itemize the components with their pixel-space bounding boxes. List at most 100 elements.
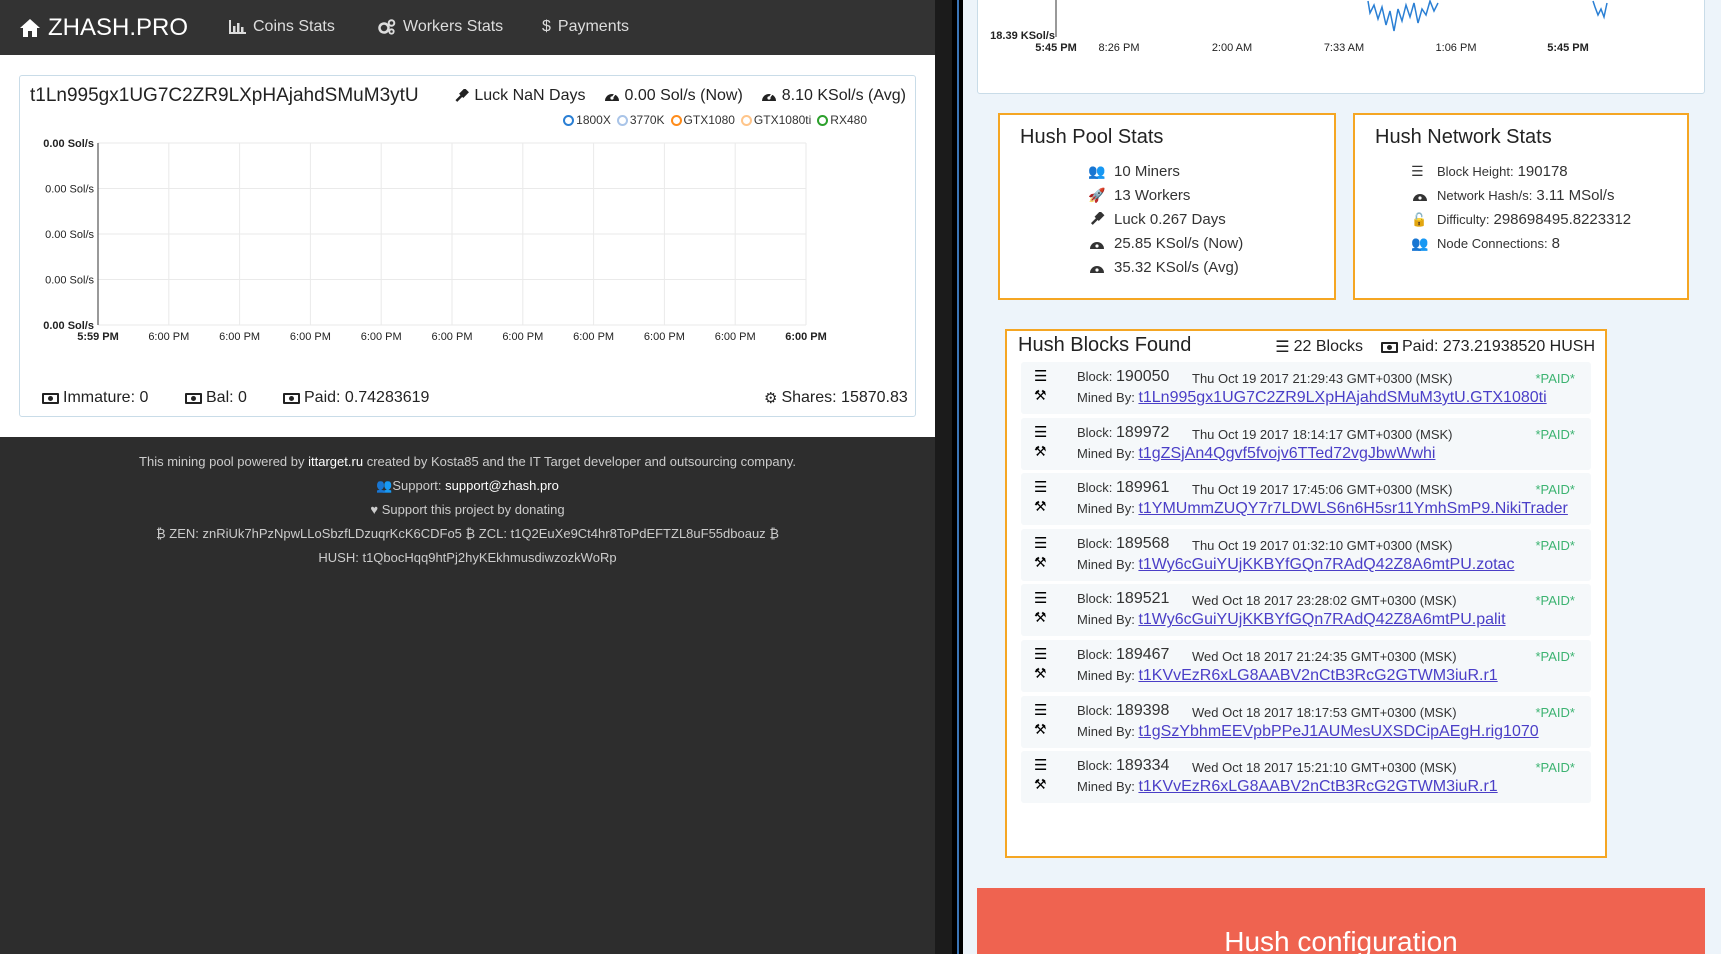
legend-item[interactable]: GTX1080 bbox=[670, 113, 735, 127]
net-connections: 👥 Node Connections: 8 bbox=[1411, 235, 1560, 252]
worker-address: t1Ln995gx1UG7C2ZR9LXpHAjahdSMuM3ytU bbox=[30, 85, 419, 106]
pool-hashrate-series bbox=[1592, 0, 1608, 20]
list-icon: ☰ bbox=[1034, 368, 1048, 385]
paid-stat: Paid: 0.74283619 bbox=[283, 389, 429, 407]
net-hash-value: 3.11 MSol/s bbox=[1536, 187, 1615, 204]
nav-workers-stats[interactable]: Workers Stats bbox=[378, 18, 503, 36]
home-icon bbox=[20, 19, 40, 37]
block-date: Wed Oct 18 2017 18:17:53 GMT+0300 (MSK) bbox=[1192, 704, 1457, 720]
bitcoin-icon: ₿ bbox=[769, 526, 779, 541]
footer-support-email[interactable]: support@zhash.pro bbox=[445, 478, 559, 493]
nav-coins-stats[interactable]: Coins Stats bbox=[229, 18, 335, 36]
miner-link[interactable]: t1YMUmmZUQY7r7LDWLS6n6H5sr11YmhSmP9.Niki… bbox=[1138, 500, 1567, 517]
block-status: *PAID* bbox=[1535, 426, 1576, 442]
config-banner-title: Hush configuration bbox=[1224, 926, 1458, 954]
unlock-icon: 🔓 bbox=[1411, 211, 1428, 227]
immature-stat: Immature: 0 bbox=[42, 389, 148, 407]
block-label: Block: bbox=[1077, 591, 1113, 607]
block-label: Block: bbox=[1077, 702, 1113, 718]
block-number: Block: 190050 bbox=[1077, 368, 1169, 386]
block-number-value: 189972 bbox=[1116, 423, 1170, 441]
users-icon: 👥 bbox=[1088, 163, 1106, 179]
legend-item[interactable]: GTX1080ti bbox=[740, 113, 811, 127]
top-chart-x-tick: 5:45 PM bbox=[1547, 42, 1589, 54]
miner-link[interactable]: t1gZSjAn4Qgvf5fvojv6TTed72vgJbwWwhi bbox=[1138, 445, 1435, 462]
top-navbar: ZHASH.PRO Coins Stats Workers Stats $ Pa… bbox=[0, 0, 935, 55]
legend-item[interactable]: 3770K bbox=[616, 113, 665, 127]
net-diff-value: 298698495.8223312 bbox=[1493, 211, 1632, 228]
block-number-value: 189467 bbox=[1116, 646, 1170, 663]
top-chart-x-tick: 8:26 PM bbox=[1099, 42, 1140, 54]
block-label: Block: bbox=[1077, 535, 1113, 551]
x-tick-label: 6:00 PM bbox=[219, 331, 260, 343]
balance-stat: Bal: 0 bbox=[185, 389, 247, 407]
pool-miners: 👥 10 Miners bbox=[1088, 163, 1180, 180]
block-status: *PAID* bbox=[1535, 371, 1576, 386]
legend-item[interactable]: RX480 bbox=[817, 113, 867, 127]
paid-label: Paid: 0.74283619 bbox=[304, 389, 430, 406]
shares-stat: ⚙ Shares: 15870.83 bbox=[764, 389, 908, 407]
blocks-paid-label: Paid: 273.21938520 HUSH bbox=[1401, 338, 1595, 355]
legend-marker-icon bbox=[616, 114, 628, 126]
net-conn-label: Node Connections: bbox=[1437, 236, 1548, 251]
blocks-count-label: 22 Blocks bbox=[1293, 338, 1363, 355]
footer-zcl-address: ZCL: t1Q2EuXe9Ct4hr8ToPdEFTZL8uF55dboauz bbox=[478, 526, 766, 541]
miner-link[interactable]: t1Wy6cGuiYUjKKBYfGQn7RAdQ42Z8A6mtPU.pali… bbox=[1138, 611, 1505, 628]
network-stats-title: Hush Network Stats bbox=[1375, 126, 1552, 148]
heart-icon: ♥ bbox=[370, 502, 379, 517]
x-tick-label: 5:59 PM bbox=[77, 331, 119, 343]
legend-label: RX480 bbox=[830, 113, 867, 127]
list-icon: ☰ bbox=[1034, 423, 1048, 441]
legend-marker-icon bbox=[563, 114, 575, 126]
block-number-value: 189334 bbox=[1116, 757, 1170, 775]
legend-marker-icon bbox=[670, 114, 682, 126]
nav-coins-stats-label: Coins Stats bbox=[253, 18, 335, 35]
right-browser-window: 18.39 KSol/s 5:45 PM 8:26 PM 2:00 AM 7:33 AM… bbox=[963, 0, 1721, 954]
mined-by-label: Mined By: bbox=[1077, 445, 1135, 461]
footer-donate-text: Support this project by donating bbox=[381, 502, 565, 517]
users-icon: 👥 bbox=[376, 478, 393, 493]
nav-payments[interactable]: $ Payments bbox=[542, 18, 629, 36]
legend-item[interactable]: 1800X bbox=[563, 113, 611, 127]
net-block-height: ☰ Block Height: 190178 bbox=[1411, 163, 1568, 180]
block-status: *PAID* bbox=[1535, 649, 1576, 664]
block-date: Thu Oct 19 2017 17:45:06 GMT+0300 (MSK) bbox=[1192, 482, 1453, 498]
block-miner: Mined By: t1YMUmmZUQY7r7LDWLS6n6H5sr11Ym… bbox=[1077, 500, 1568, 518]
y-tick-label: 0.00 Sol/s bbox=[43, 138, 94, 150]
top-chart-x-tick: 2:00 AM bbox=[1212, 42, 1252, 54]
pool-stats-title: Hush Pool Stats bbox=[1020, 126, 1164, 148]
dashboard-icon bbox=[1090, 265, 1104, 273]
block-date: Wed Oct 18 2017 23:28:02 GMT+0300 (MSK) bbox=[1192, 593, 1457, 609]
top-chart-y-label: 18.39 KSol/s bbox=[990, 30, 1055, 42]
immature-label: Immature: 0 bbox=[63, 389, 149, 406]
miner-link[interactable]: t1KVvEzR6xLG8AABV2nCtB3RcG2GTWM3iuR.r1 bbox=[1138, 667, 1497, 684]
x-tick-label: 6:00 PM bbox=[432, 331, 473, 343]
brand-link[interactable]: ZHASH.PRO bbox=[19, 14, 188, 42]
footer-site-link[interactable]: ittarget.ru bbox=[308, 454, 363, 469]
miner-link[interactable]: t1Ln995gx1UG7C2ZR9LXpHAjahdSMuM3ytU.GTX1… bbox=[1138, 389, 1546, 406]
worker-header-stats: Luck NaN Days 0.00 Sol/s (Now) 8.10 KSol… bbox=[454, 87, 906, 105]
block-row: ☰ ⚒ Block: 190050 Thu Oct 19 2017 21:29:43 … bbox=[1021, 362, 1591, 414]
dashboard-icon bbox=[761, 93, 776, 101]
bitcoin-icon: ₿ bbox=[465, 526, 476, 541]
x-tick-label: 6:00 PM bbox=[644, 331, 685, 343]
pool-hash-avg-label: 35.32 KSol/s (Avg) bbox=[1114, 259, 1239, 276]
mined-by-label: Mined By: bbox=[1077, 501, 1135, 517]
block-row: ☰ ⚒ Block: 189521 Wed Oct 18 2017 23:28:02 … bbox=[1021, 584, 1591, 637]
miner-link[interactable]: t1gSzYbhmEEVpbPPeJ1AUMesUXSDCipAEgH.rig1… bbox=[1138, 723, 1538, 740]
pool-luck-label: Luck 0.267 Days bbox=[1114, 211, 1226, 228]
miner-link[interactable]: t1KVvEzR6xLG8AABV2nCtB3RcG2GTWM3iuR.r1 bbox=[1138, 778, 1497, 795]
block-date: Wed Oct 18 2017 15:21:10 GMT+0300 (MSK) bbox=[1192, 760, 1457, 776]
miner-link[interactable]: t1Wy6cGuiYUjKKBYfGQn7RAdQ42Z8A6mtPU.zota… bbox=[1138, 556, 1514, 573]
worker-content: t1Ln995gx1UG7C2ZR9LXpHAjahdSMuM3ytU Luck… bbox=[0, 55, 935, 437]
footer-support-label: Support: bbox=[392, 478, 442, 493]
top-chart-x-tick: 5:45 PM bbox=[1035, 42, 1077, 54]
block-number-value: 189568 bbox=[1116, 534, 1170, 552]
block-miner: Mined By: t1Wy6cGuiYUjKKBYfGQn7RAdQ42Z8A… bbox=[1077, 611, 1506, 629]
block-number-value: 189961 bbox=[1116, 479, 1170, 497]
net-hash-label: Network Hash/s: bbox=[1437, 188, 1533, 203]
block-date: Thu Oct 19 2017 01:32:10 GMT+0300 (MSK) bbox=[1192, 537, 1453, 553]
footer-addresses-line: ₿ ZEN: znRiUk7hPzNpwLLoSbzfLDzuqrKcK6CDF… bbox=[0, 522, 935, 546]
block-row: ☰ ⚒ Block: 189467 Wed Oct 18 2017 21:24:35 … bbox=[1021, 640, 1591, 692]
gavel-icon bbox=[455, 88, 470, 102]
